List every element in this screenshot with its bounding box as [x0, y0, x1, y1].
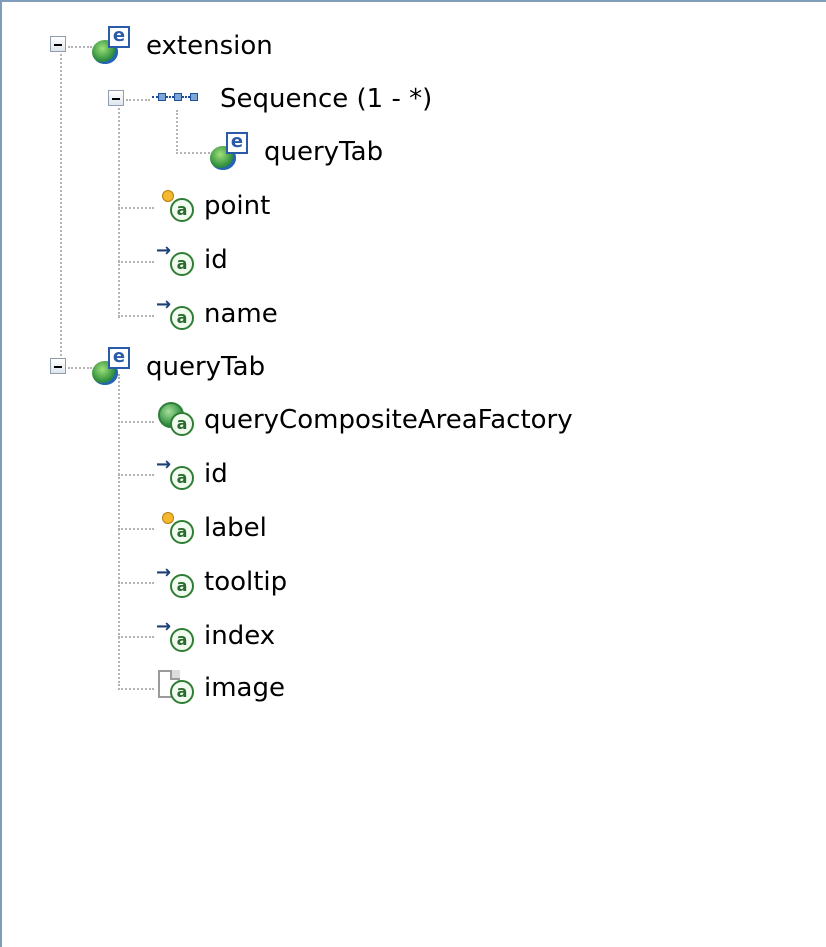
tree-connector: [118, 582, 154, 584]
tree-node-extension[interactable]: e extension: [92, 26, 273, 66]
collapse-extension-toggle[interactable]: [50, 36, 66, 52]
tree-node-label: id: [204, 245, 228, 275]
tree-node-attribute-point[interactable]: a point: [154, 186, 270, 226]
tree-node-sequence[interactable]: Sequence (1 - *): [152, 79, 432, 119]
tree-connector: [68, 367, 92, 369]
tree-connector: [118, 688, 154, 690]
tree-node-label: extension: [146, 31, 273, 61]
tree-connector: [118, 636, 154, 638]
tree-node-label: tooltip: [204, 567, 288, 597]
tree-node-label: name: [204, 299, 278, 329]
optional-attribute-icon: → a: [154, 294, 198, 334]
tree-node-label: queryTab: [146, 352, 266, 382]
tree-node-attribute-tooltip[interactable]: → a tooltip: [154, 562, 287, 602]
optional-attribute-icon: → a: [154, 616, 198, 656]
tree-node-sequence-querytab[interactable]: e queryTab: [210, 132, 383, 172]
schema-tree[interactable]: e extension Sequence (1 - *) e queryTab …: [0, 0, 826, 947]
tree-node-querytab[interactable]: e queryTab: [92, 347, 265, 387]
tree-node-label: id: [204, 459, 228, 489]
tree-connector: [118, 261, 154, 263]
sequence-icon: [152, 79, 212, 119]
tree-node-label: label: [204, 513, 267, 543]
tree-node-attribute-image[interactable]: a image: [154, 668, 285, 708]
element-icon: e: [210, 132, 254, 172]
tree-connector: [118, 207, 154, 209]
tree-connector: [118, 315, 154, 317]
tree-node-label: queryTab: [264, 137, 384, 167]
optional-attribute-icon: → a: [154, 240, 198, 280]
collapse-querytab-toggle[interactable]: [50, 358, 66, 374]
required-attribute-icon: a: [154, 186, 198, 226]
tree-node-attribute-id[interactable]: → a id: [154, 240, 228, 280]
tree-node-label: image: [204, 673, 285, 703]
tree-connector: [118, 421, 154, 423]
tree-connector: [118, 100, 120, 318]
tree-node-label: point: [204, 191, 271, 221]
tree-node-label: index: [204, 621, 276, 651]
tree-node-attribute-querycompositeareafactory[interactable]: a queryCompositeAreaFactory: [154, 400, 573, 440]
tree-connector: [68, 46, 92, 48]
tree-connector: [126, 99, 150, 101]
element-icon: e: [92, 347, 136, 387]
tree-node-label: queryCompositeAreaFactory: [204, 405, 573, 435]
tree-node-attribute-index[interactable]: → a index: [154, 616, 275, 656]
tree-node-label: Sequence (1 - *): [220, 84, 433, 114]
tree-node-attribute-id[interactable]: → a id: [154, 454, 228, 494]
tree-node-attribute-name[interactable]: → a name: [154, 294, 278, 334]
collapse-sequence-toggle[interactable]: [108, 90, 124, 106]
element-icon: e: [92, 26, 136, 66]
resource-attribute-icon: a: [154, 668, 198, 708]
optional-attribute-icon: → a: [154, 562, 198, 602]
optional-attribute-icon: → a: [154, 454, 198, 494]
tree-connector: [176, 152, 210, 154]
required-attribute-icon: a: [154, 508, 198, 548]
tree-node-attribute-label[interactable]: a label: [154, 508, 267, 548]
class-attribute-icon: a: [154, 400, 198, 440]
tree-connector: [118, 528, 154, 530]
tree-connector: [60, 54, 62, 364]
tree-connector: [118, 474, 154, 476]
